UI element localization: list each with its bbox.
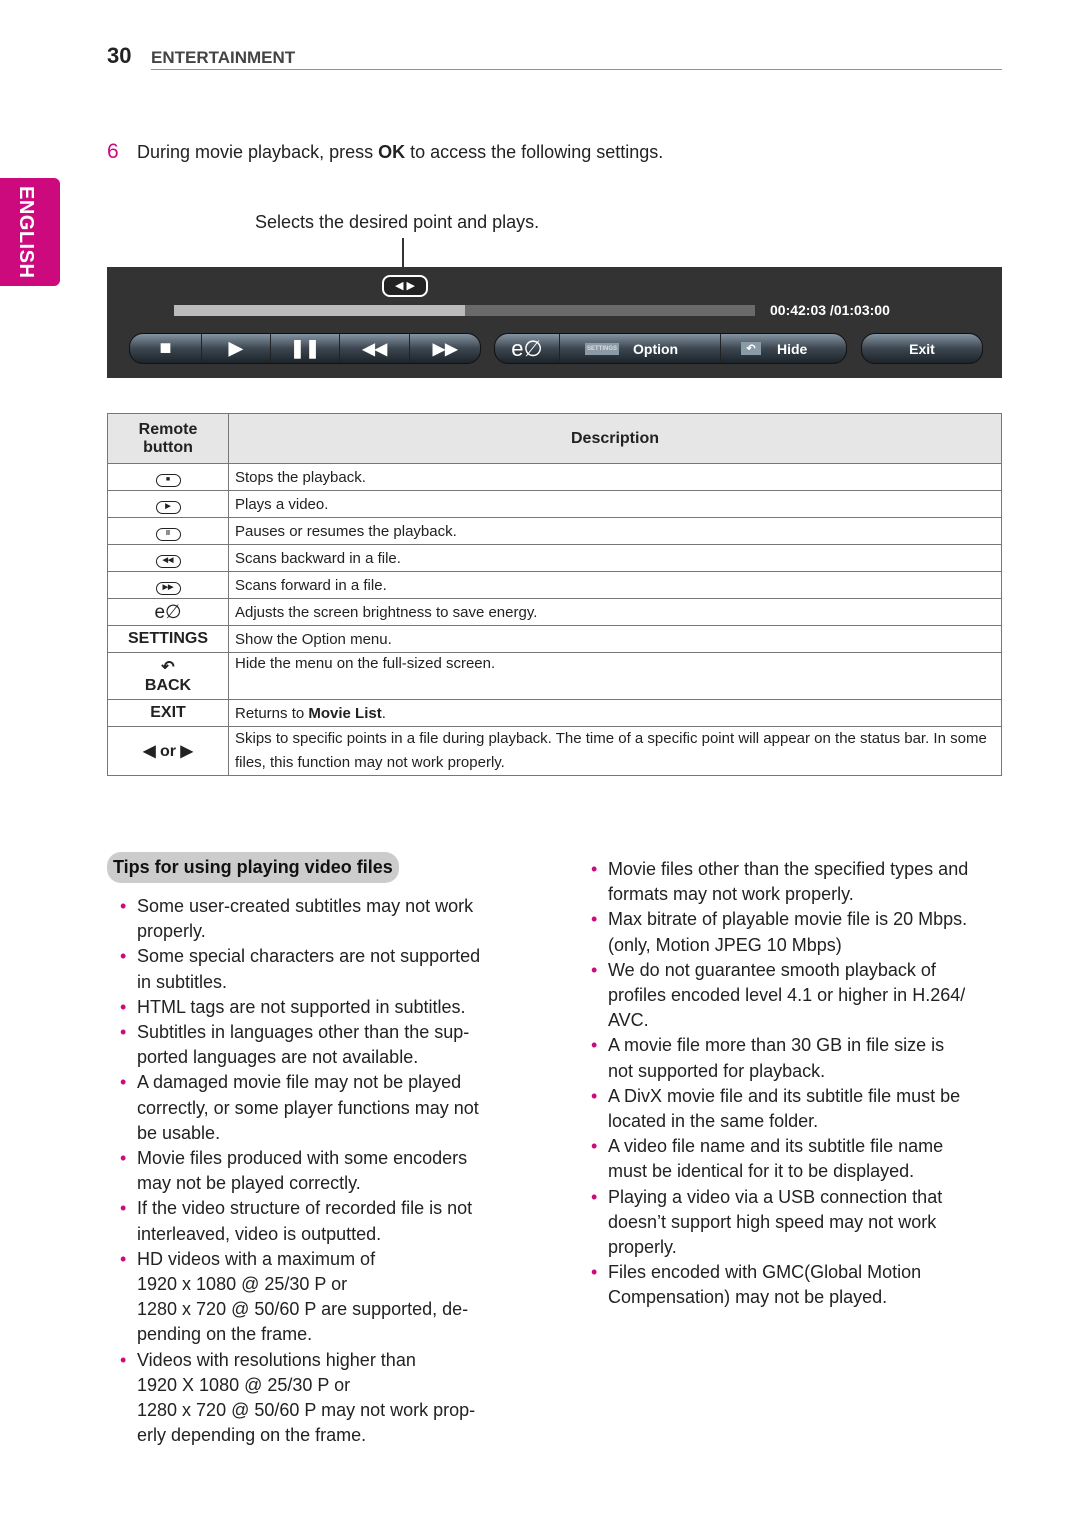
stop-icon: ■ <box>159 337 172 359</box>
tip-item: HD videos with a maximum of1920 x 1080 @… <box>120 1247 510 1348</box>
key-label: BACK <box>144 677 192 694</box>
hide-button[interactable]: ↶ Hide <box>721 334 846 363</box>
remote-button-cell: ◀◀ <box>107 544 229 572</box>
play-icon: ▶ <box>228 338 243 358</box>
tips-list-right: Movie files other than the specified typ… <box>591 857 991 1311</box>
tip-item: If the video structure of recorded file … <box>120 1196 510 1246</box>
tip-item: Movie files produced with some encodersm… <box>120 1146 510 1196</box>
header-remote-button: Remote button <box>107 413 229 464</box>
table-row: ▶ Plays a video. <box>107 490 1002 518</box>
tip-item: Subtitles in languages other than the su… <box>120 1020 510 1070</box>
description-cell: Returns to Movie List. <box>228 699 1002 727</box>
energy-saving-icon: e∅ <box>154 601 182 623</box>
play-button[interactable]: ▶ <box>202 334 271 363</box>
description-cell: Scans backward in a file. <box>228 544 1002 572</box>
table-row: SETTINGS Show the Option menu. <box>107 625 1002 653</box>
remote-button-cell: EXIT <box>107 699 229 727</box>
tip-item: Some special characters are not supporte… <box>120 944 510 994</box>
option-buttons: e∅ SETTINGS Option ↶ Hide <box>494 333 847 364</box>
fast-forward-icon: ▶▶ <box>155 581 181 595</box>
tip-item: Movie files other than the specified typ… <box>591 857 991 907</box>
remote-button-cell: SETTINGS <box>107 625 229 653</box>
rewind-icon: ◀◀ <box>362 340 388 358</box>
key-label: EXIT <box>150 704 186 721</box>
back-icon: ↶ <box>741 342 761 355</box>
seek-left-right-icon[interactable]: ◀ ▶ <box>382 275 428 297</box>
fast-forward-icon: ▶▶ <box>432 340 458 358</box>
hide-label: Hide <box>777 340 808 357</box>
player-control-bar: ◀ ▶ 00:42:03 /01:03:00 ■ ▶ ❚❚ ◀◀ ▶▶ e∅ S… <box>107 267 1002 378</box>
play-icon: ▶ <box>155 500 181 514</box>
tip-item: A movie file more than 30 GB in file siz… <box>591 1033 991 1083</box>
tip-item: Some user-created subtitles may not work… <box>120 894 510 944</box>
step-text: During movie playback, press OK to acces… <box>137 142 664 162</box>
playback-time: 00:42:03 /01:03:00 <box>770 302 890 318</box>
table-row: ◀ or ▶ Skips to specific points in a file… <box>107 726 1002 776</box>
table-row: II Pauses or resumes the playback. <box>107 517 1002 545</box>
energy-saving-icon: e∅ <box>511 335 543 361</box>
callout-text: Selects the desired point and plays. <box>255 212 540 232</box>
description-cell: Skips to specific points in a file durin… <box>228 726 1002 776</box>
language-tab-label: ENGLISH <box>15 186 37 279</box>
option-label: Option <box>633 340 679 357</box>
back-icon: ↶ <box>161 659 175 676</box>
table-row: ■ Stops the playback. <box>107 463 1002 491</box>
key-label: SETTINGS <box>127 630 208 647</box>
table-row: ↶ BACK Hide the menu on the full-sized scr… <box>107 652 1002 700</box>
remote-button-cell: ↶ BACK <box>107 652 229 700</box>
remote-button-cell: ◀ or ▶ <box>107 726 229 776</box>
table-row: ◀◀ Scans backward in a file. <box>107 544 1002 572</box>
step-number: 6 <box>107 140 119 163</box>
pause-button[interactable]: ❚❚ <box>271 334 341 363</box>
option-button[interactable]: SETTINGS Option <box>560 334 721 363</box>
remote-button-cell: e∅ <box>107 598 229 626</box>
description-cell: Pauses or resumes the playback. <box>228 517 1002 545</box>
header-description: Description <box>228 413 1002 464</box>
description-cell: Show the Option menu. <box>228 625 1002 653</box>
fast-forward-button[interactable]: ▶▶ <box>410 334 480 363</box>
table-row: ▶▶ Scans forward in a file. <box>107 571 1002 599</box>
tips-heading: Tips for using playing video files <box>107 852 399 883</box>
energy-saving-button[interactable]: e∅ <box>495 334 560 363</box>
tip-item: Videos with resolutions higher than1920 … <box>120 1348 510 1449</box>
key-label: ◀ or ▶ <box>143 743 193 760</box>
remote-button-table: Remote button Description ■ Stops the pla… <box>107 413 1002 776</box>
exit-label: Exit <box>909 340 935 357</box>
tips-list-left: Some user-created subtitles may not work… <box>120 894 510 1448</box>
tip-item: HTML tags are not supported in subtitles… <box>120 995 510 1020</box>
progress-bar[interactable] <box>174 305 755 316</box>
tip-item: A video file name and its subtitle file … <box>591 1134 991 1184</box>
transport-buttons: ■ ▶ ❚❚ ◀◀ ▶▶ <box>129 333 481 364</box>
rewind-button[interactable]: ◀◀ <box>340 334 411 363</box>
stop-button[interactable]: ■ <box>130 334 202 363</box>
language-tab: ENGLISH <box>0 178 60 286</box>
tip-item: Playing a video via a USB connection tha… <box>591 1185 991 1261</box>
stop-icon: ■ <box>155 473 181 487</box>
page-number: 30 <box>107 43 132 68</box>
tip-item: Files encoded with GMC(Global MotionComp… <box>591 1260 991 1310</box>
description-cell: Stops the playback. <box>228 463 1002 491</box>
pause-icon: ❚❚ <box>289 338 321 358</box>
rewind-icon: ◀◀ <box>155 554 181 568</box>
tip-item: A DivX movie file and its subtitle file … <box>591 1084 991 1134</box>
description-cell: Plays a video. <box>228 490 1002 518</box>
exit-button[interactable]: Exit <box>861 333 983 364</box>
header-divider <box>151 69 1002 70</box>
table-row: EXIT Returns to Movie List. <box>107 699 1002 727</box>
remote-button-cell: ■ <box>107 463 229 491</box>
table-row: e∅ Adjusts the screen brightness to save … <box>107 598 1002 626</box>
description-cell: Scans forward in a file. <box>228 571 1002 599</box>
description-cell: Adjusts the screen brightness to save en… <box>228 598 1002 626</box>
tip-item: A damaged movie file may not be playedco… <box>120 1070 510 1146</box>
progress-fill <box>174 305 465 316</box>
remote-button-cell: ▶▶ <box>107 571 229 599</box>
settings-icon: SETTINGS <box>585 342 620 355</box>
remote-button-cell: ▶ <box>107 490 229 518</box>
description-cell: Hide the menu on the full-sized screen. <box>228 652 1002 700</box>
tip-item: Max bitrate of playable movie file is 20… <box>591 907 991 957</box>
pause-icon: II <box>155 527 181 541</box>
remote-button-cell: II <box>107 517 229 545</box>
tip-item: We do not guarantee smooth playback ofpr… <box>591 958 991 1034</box>
section-title: ENTERTAINMENT <box>151 48 296 67</box>
